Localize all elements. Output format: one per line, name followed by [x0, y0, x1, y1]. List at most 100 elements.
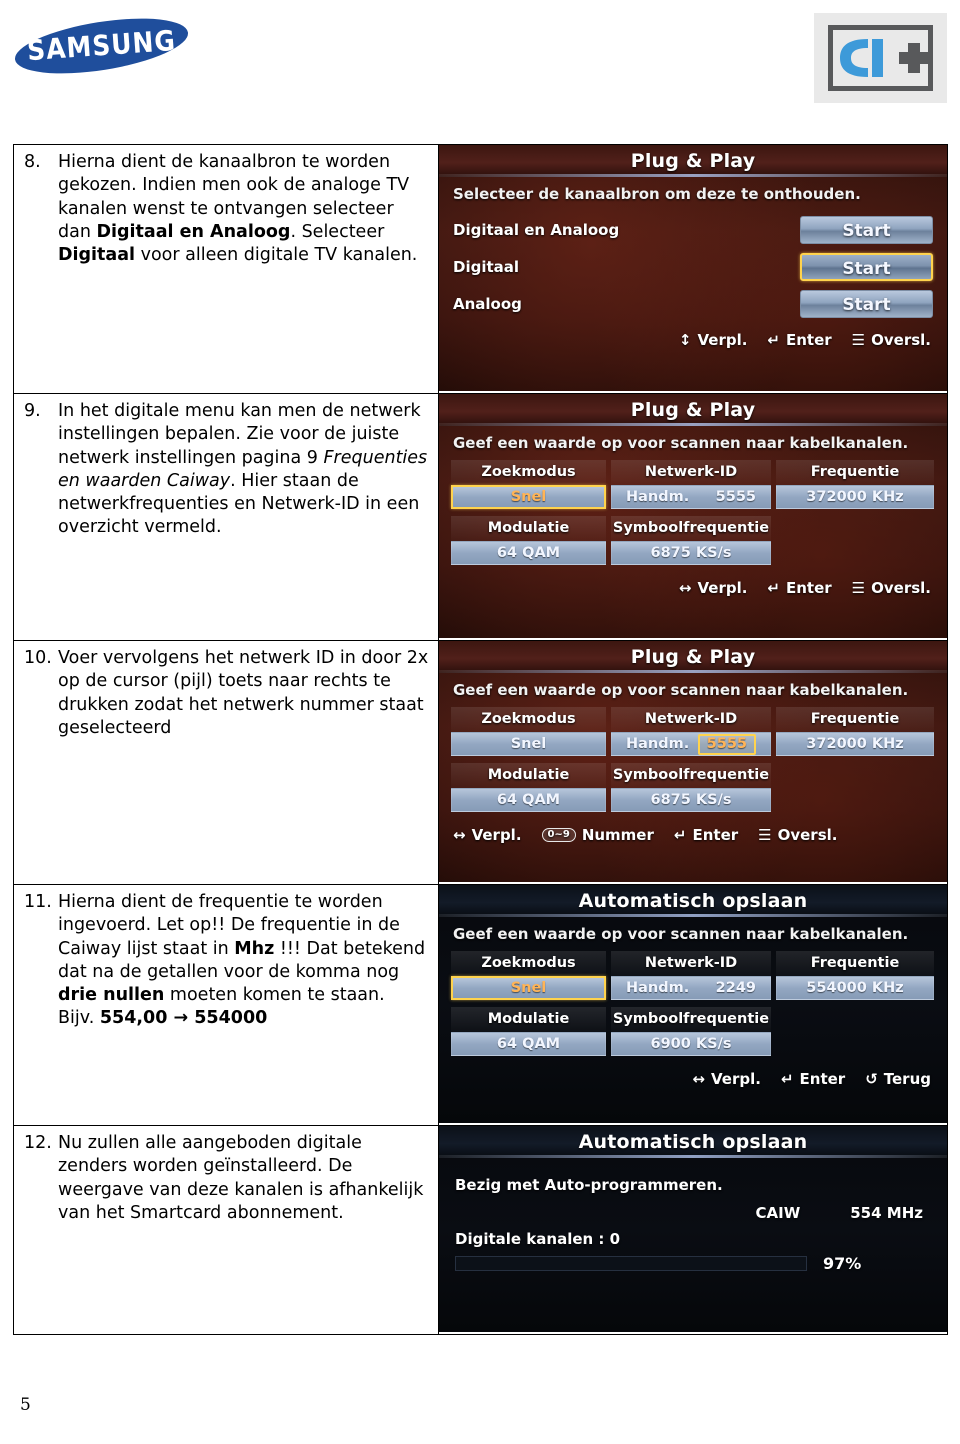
hint-label: Enter [799, 1070, 846, 1088]
step-text: Nu zullen alle aangeboden digitale zende… [58, 1133, 424, 1223]
field-symboolfrequentie[interactable]: Symboolfrequentie 6875 KS/s [611, 516, 771, 565]
field-value[interactable]: 6900 KS/s [611, 1032, 771, 1056]
hint-enter: ↵ Enter [767, 331, 831, 349]
field-value[interactable]: Handm. 5555 [611, 732, 771, 756]
field-modulatie[interactable]: Modulatie 64 QAM [451, 763, 606, 812]
field-netwerk-id[interactable]: Netwerk-ID Handm. 2249 [611, 951, 771, 1000]
progress-meta: CAIW 554 MHz [455, 1204, 931, 1222]
source-option-list: Digitaal en Analoog Start Digitaal Start… [439, 209, 947, 326]
step-8: 8. Hierna dient de kanaalbron te worden … [14, 145, 438, 273]
field-label: Frequentie [776, 460, 934, 485]
field-value[interactable]: 372000 KHz [776, 732, 934, 756]
field-label: Zoekmodus [451, 460, 606, 485]
hint-label: Oversl. [871, 331, 931, 349]
field-modulatie[interactable]: Modulatie 64 QAM [451, 516, 606, 565]
field-netwerk-id[interactable]: Netwerk-ID Handm. 5555 [611, 460, 771, 509]
tv-screen-title: Plug & Play [439, 145, 947, 177]
step-text-part-bold: Digitaal [58, 245, 136, 266]
source-option-label: Digitaal en Analoog [453, 220, 620, 239]
current-frequency: 554 MHz [850, 1204, 923, 1222]
ci-plus-logo [814, 13, 947, 103]
field-value[interactable]: 6875 KS/s [611, 788, 771, 812]
scan-parameter-row: Zoekmodus Snel Netwerk-ID Handm. 5555 Fr… [451, 707, 937, 756]
scan-parameter-grid: Zoekmodus Snel Netwerk-ID Handm. 5555 Fr… [439, 705, 947, 821]
number-keys-icon: 0~9 [541, 828, 576, 842]
tv-hint-bar: ↔ Verpl. ↵ Enter ☰ Oversl. [439, 574, 947, 604]
instructions-table: 8. Hierna dient de kanaalbron te worden … [13, 144, 948, 1335]
field-frequentie[interactable]: Frequentie 372000 KHz [776, 707, 934, 756]
netwerk-id-number[interactable]: 5555 [716, 485, 756, 509]
netwerk-id-number[interactable]: 5555 [697, 733, 756, 755]
start-button-digital[interactable]: Start [800, 252, 933, 281]
field-value[interactable]: 64 QAM [451, 1032, 606, 1056]
enter-key-icon: ↵ [767, 331, 780, 349]
source-option-row: Analoog Start [453, 285, 933, 322]
provider-name: CAIW [755, 1204, 801, 1222]
page-number: 5 [20, 1395, 31, 1415]
field-value[interactable]: Handm. 5555 [611, 485, 771, 509]
step-cell: 9. In het digitale menu kan men de netwe… [13, 393, 439, 641]
netwerk-id-number[interactable]: 2249 [716, 976, 756, 1000]
field-value[interactable]: Snel [451, 485, 606, 509]
start-button-digital-analog[interactable]: Start [800, 215, 933, 244]
step-text: Voer vervolgens het netwerk ID in door 2… [58, 648, 429, 738]
field-value[interactable]: 64 QAM [451, 541, 606, 565]
step-cell: 10. Voer vervolgens het netwerk ID in do… [13, 640, 439, 885]
table-row: 10. Voer vervolgens het netwerk ID in do… [13, 640, 948, 885]
step-text: Hierna dient de frequentie te worden ing… [58, 891, 430, 1031]
table-row: 8. Hierna dient de kanaalbron te worden … [13, 144, 948, 394]
tv-screen-subtitle: Geef een waarde op voor scannen naar kab… [453, 434, 909, 452]
field-symboolfrequentie[interactable]: Symboolfrequentie 6875 KS/s [611, 763, 771, 812]
samsung-logo-text: SAMSUNG [26, 23, 177, 67]
step-9: 9. In het digitale menu kan men de netwe… [14, 394, 438, 546]
screenshot-cell: Automatisch opslaan Bezig met Auto-progr… [438, 1125, 948, 1335]
field-label: Netwerk-ID [611, 460, 771, 485]
enter-key-icon: ↵ [767, 579, 780, 597]
progress-panel: Bezig met Auto-programmeren. CAIW 554 MH… [439, 1158, 947, 1276]
field-netwerk-id[interactable]: Netwerk-ID Handm. 5555 [611, 707, 771, 756]
table-row: 12. Nu zullen alle aangeboden digitale z… [13, 1125, 948, 1335]
page-header: SAMSUNG [0, 0, 960, 130]
field-value[interactable]: Snel [451, 732, 606, 756]
hint-label: Oversl. [871, 579, 931, 597]
tv-screen-plug-play-values-1: Plug & Play Geef een waarde op voor scan… [439, 394, 947, 638]
field-value[interactable]: Handm. 2249 [611, 976, 771, 1000]
field-label: Netwerk-ID [611, 951, 771, 976]
hint-label: Enter [692, 826, 739, 844]
field-frequentie[interactable]: Frequentie 554000 KHz [776, 951, 934, 1000]
table-row: 11. Hierna dient de frequentie te worden… [13, 884, 948, 1126]
field-symboolfrequentie[interactable]: Symboolfrequentie 6900 KS/s [611, 1007, 771, 1056]
hint-enter: ↵ Enter [767, 579, 831, 597]
field-value[interactable]: 6875 KS/s [611, 541, 771, 565]
field-zoekmodus[interactable]: Zoekmodus Snel [451, 707, 606, 756]
enter-key-icon: ↵ [780, 1070, 794, 1088]
field-value[interactable]: 554000 KHz [776, 976, 934, 1000]
samsung-logo: SAMSUNG [11, 8, 192, 84]
field-value[interactable]: 64 QAM [451, 788, 606, 812]
start-button-analog[interactable]: Start [800, 289, 933, 318]
field-modulatie[interactable]: Modulatie 64 QAM [451, 1007, 606, 1056]
step-number: 11. [24, 892, 52, 912]
field-label: Symboolfrequentie [611, 1007, 771, 1032]
hint-move: ↕ Verpl. [679, 331, 748, 349]
field-value[interactable]: Snel [451, 976, 606, 1000]
field-zoekmodus[interactable]: Zoekmodus Snel [451, 951, 606, 1000]
step-11: 11. Hierna dient de frequentie te worden… [14, 885, 438, 1037]
screenshot-cell: Plug & Play Selecteer de kanaalbron om d… [438, 144, 948, 394]
field-label: Frequentie [776, 951, 934, 976]
field-zoekmodus[interactable]: Zoekmodus Snel [451, 460, 606, 509]
step-cell: 12. Nu zullen alle aangeboden digitale z… [13, 1125, 439, 1335]
field-frequentie[interactable]: Frequentie 372000 KHz [776, 460, 934, 509]
progress-bar [455, 1256, 807, 1271]
source-option-label: Digitaal [453, 257, 520, 276]
hint-back: ↺ Terug [865, 1070, 931, 1088]
hint-label: Verpl. [697, 579, 748, 597]
hint-skip: ☰ Oversl. [852, 579, 931, 597]
hint-label: Enter [786, 331, 832, 349]
step-cell: 8. Hierna dient de kanaalbron te worden … [13, 144, 439, 394]
field-label: Netwerk-ID [611, 707, 771, 732]
step-text-part-bold: drie nullen [58, 985, 165, 1006]
exit-icon: ☰ [758, 826, 772, 844]
field-label: Zoekmodus [451, 951, 606, 976]
field-value[interactable]: 372000 KHz [776, 485, 934, 509]
